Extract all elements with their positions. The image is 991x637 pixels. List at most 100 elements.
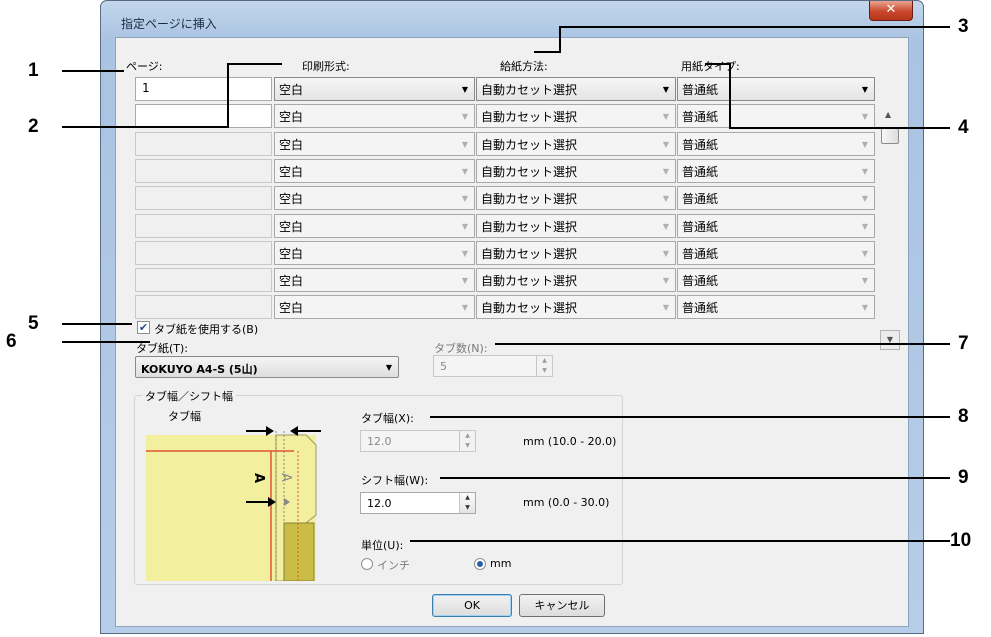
ok-button[interactable]: OK	[432, 594, 512, 617]
chevron-down-icon: ▼	[861, 112, 868, 121]
print-format-combo[interactable]: 空白 ▼	[274, 186, 475, 210]
callout-number: 9	[958, 467, 969, 488]
diagram-letter-a: A	[251, 473, 266, 483]
paper-source-combo[interactable]: 自動カセット選択 ▼	[476, 268, 676, 292]
print-format-combo[interactable]: 空白 ▼	[274, 104, 475, 128]
chevron-down-icon: ▼	[461, 222, 468, 231]
scroll-up-icon[interactable]: ▲	[885, 110, 891, 119]
header-paper-type: 用紙タイプ:	[681, 60, 740, 73]
paper-type-combo[interactable]: 普通紙 ▼	[677, 241, 875, 265]
svg-text:A: A	[278, 473, 293, 482]
page-cell	[135, 186, 272, 210]
print-format-combo-value: 空白	[279, 220, 304, 234]
header-paper-source: 給紙方法:	[500, 60, 548, 73]
paper-source-combo[interactable]: 自動カセット選択 ▼	[476, 132, 676, 156]
chevron-down-icon: ▼	[662, 194, 669, 203]
chevron-down-icon: ▼	[861, 85, 868, 94]
unit-inch-radio[interactable]	[361, 558, 373, 570]
print-format-combo[interactable]: 空白 ▼	[274, 159, 475, 183]
scroll-thumb[interactable]	[881, 128, 899, 144]
paper-source-combo[interactable]: 自動カセット選択 ▼	[476, 241, 676, 265]
paper-type-combo-value: 普通紙	[682, 301, 719, 315]
paper-source-combo[interactable]: 自動カセット選択 ▼	[476, 295, 676, 319]
paper-type-combo[interactable]: 普通紙 ▼	[677, 295, 875, 319]
paper-type-combo[interactable]: 普通紙 ▼	[677, 214, 875, 238]
callout-number: 7	[958, 333, 969, 354]
chevron-down-icon: ▼	[461, 303, 468, 312]
tab-width-value: 12.0	[367, 435, 392, 448]
chevron-down-icon: ▼	[662, 249, 669, 258]
print-format-combo[interactable]: 空白 ▼	[274, 77, 475, 101]
shift-width-spinner[interactable]: 12.0 ▲ ▼	[360, 492, 476, 514]
print-format-combo[interactable]: 空白 ▼	[274, 295, 475, 319]
table-scrollbar[interactable]: ▲ ▼	[880, 108, 900, 350]
chevron-down-icon: ▼	[861, 194, 868, 203]
tab-paper-select[interactable]: KOKUYO A4-S (5山) ▼	[135, 356, 399, 378]
paper-source-combo[interactable]: 自動カセット選択 ▼	[476, 186, 676, 210]
dialog-client-area: ページ: 印刷形式: 給紙方法: 用紙タイプ: 1 空白 ▼ 自動カセット選択 ▼ 普通紙…	[115, 37, 909, 627]
chevron-down-icon: ▼	[461, 194, 468, 203]
paper-type-combo[interactable]: 普通紙 ▼	[677, 268, 875, 292]
print-format-combo-value: 空白	[279, 83, 304, 97]
paper-source-combo[interactable]: 自動カセット選択 ▼	[476, 104, 676, 128]
paper-source-combo[interactable]: 自動カセット選択 ▼	[476, 214, 676, 238]
print-format-combo[interactable]: 空白 ▼	[274, 214, 475, 238]
tab-count-spinner: 5 ▲ ▼	[433, 355, 553, 377]
paper-source-combo-value: 自動カセット選択	[481, 274, 578, 288]
unit-mm-radio[interactable]	[474, 558, 486, 570]
chevron-down-icon: ▼	[861, 222, 868, 231]
print-format-combo[interactable]: 空白 ▼	[274, 268, 475, 292]
print-format-combo[interactable]: 空白 ▼	[274, 132, 475, 156]
paper-type-combo[interactable]: 普通紙 ▼	[677, 132, 875, 156]
paper-source-combo-value: 自動カセット選択	[481, 138, 578, 152]
paper-source-combo[interactable]: 自動カセット選択 ▼	[476, 77, 676, 101]
callout-number: 3	[958, 16, 969, 37]
tab-width-label: タブ幅(X):	[361, 412, 414, 425]
tab-count-stepper-icon: ▲ ▼	[536, 356, 552, 376]
use-tab-paper-checkbox[interactable]: ✔	[137, 321, 150, 334]
paper-source-combo-value: 自動カセット選択	[481, 83, 578, 97]
chevron-down-icon: ▼	[662, 140, 669, 149]
callout-number: 10	[950, 530, 972, 551]
callout-number: 2	[28, 116, 39, 137]
page-cell-value: 1	[142, 81, 150, 95]
print-format-combo-value: 空白	[279, 192, 304, 206]
cancel-button[interactable]: キャンセル	[519, 594, 605, 617]
paper-type-combo[interactable]: 普通紙 ▼	[677, 77, 875, 101]
page-cell	[135, 295, 272, 319]
chevron-down-icon: ▼	[662, 276, 669, 285]
paper-type-combo-value: 普通紙	[682, 192, 719, 206]
header-page: ページ:	[126, 60, 163, 73]
print-format-combo-value: 空白	[279, 247, 304, 261]
unit-label: 単位(U):	[361, 539, 404, 552]
paper-type-combo[interactable]: 普通紙 ▼	[677, 159, 875, 183]
page-cell[interactable]	[135, 104, 272, 128]
chevron-down-icon: ▼	[461, 85, 468, 94]
chevron-down-icon: ▼	[662, 303, 669, 312]
callout-number: 4	[958, 117, 969, 138]
paper-type-combo[interactable]: 普通紙 ▼	[677, 186, 875, 210]
page-cell[interactable]: 1	[135, 77, 272, 101]
chevron-down-icon: ▼	[662, 112, 669, 121]
shift-width-stepper-icon[interactable]: ▲ ▼	[459, 493, 475, 513]
chevron-down-icon: ▼	[461, 140, 468, 149]
page-cell	[135, 214, 272, 238]
paper-type-combo-value: 普通紙	[682, 138, 719, 152]
scroll-down-icon[interactable]: ▼	[880, 330, 900, 350]
callout-number: 1	[28, 60, 39, 81]
print-format-combo-value: 空白	[279, 274, 304, 288]
chevron-down-icon: ▼	[461, 249, 468, 258]
shift-width-label: シフト幅(W):	[361, 474, 429, 487]
page-cell	[135, 268, 272, 292]
paper-source-combo[interactable]: 自動カセット選択 ▼	[476, 159, 676, 183]
dialog-window: 指定ページに挿入 ✕ ページ: 印刷形式: 給紙方法: 用紙タイプ: 1 空白 ▼ 自…	[100, 0, 924, 634]
print-format-combo[interactable]: 空白 ▼	[274, 241, 475, 265]
close-button[interactable]: ✕	[869, 1, 913, 21]
paper-source-combo-value: 自動カセット選択	[481, 247, 578, 261]
page-cell	[135, 241, 272, 265]
paper-source-combo-value: 自動カセット選択	[481, 110, 578, 124]
page-cell	[135, 159, 272, 183]
paper-type-combo[interactable]: 普通紙 ▼	[677, 104, 875, 128]
unit-inch-label: インチ	[377, 559, 410, 572]
chevron-down-icon: ▼	[861, 140, 868, 149]
